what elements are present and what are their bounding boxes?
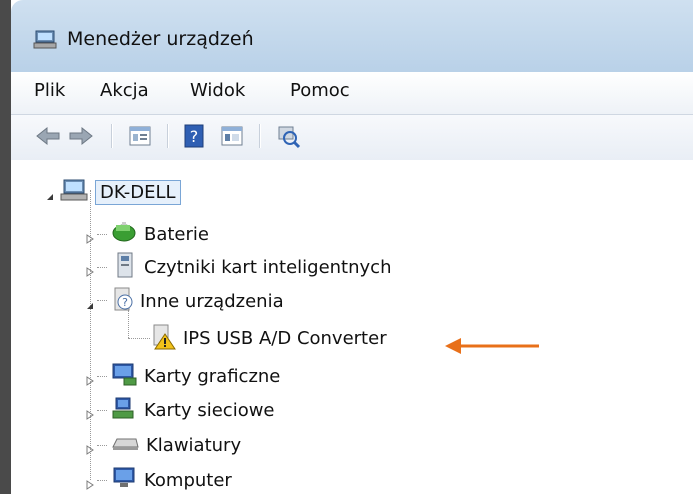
tree-item-baterie[interactable]: Baterie [110,219,209,249]
toolbar-separator [259,124,260,148]
tree-item-label: Klawiatury [146,434,242,456]
menu-pomoc[interactable]: Pomoc [290,80,350,101]
tree-item-ips-usb-converter[interactable]: IPS USB A/D Converter [149,323,387,353]
tree-item-inne-urzadzenia[interactable]: ? Inne urządzenia [110,286,284,316]
network-adapter-icon [110,395,138,425]
scan-hardware-icon[interactable] [273,121,303,151]
toolbar [11,115,693,161]
window-title: Menedżer urządzeń [67,28,254,50]
display-adapter-icon [110,361,138,391]
tree-root-dk-dell[interactable]: DK-DELL [59,177,181,207]
svg-text:?: ? [190,127,199,146]
battery-icon [110,219,138,249]
tree-connector [128,338,150,339]
tree-connector [97,376,107,377]
tree-connector [97,300,107,301]
collapse-arrow-icon[interactable] [85,296,95,309]
annotation-arrow-icon [443,336,553,360]
view-icon[interactable] [217,121,247,151]
expand-arrow-icon[interactable] [85,440,95,455]
menu-plik[interactable]: Plik [34,80,65,101]
toolbar-separator [111,124,112,148]
computer-icon [110,465,138,494]
forward-arrow-icon[interactable] [66,121,96,151]
expand-arrow-icon[interactable] [85,475,95,490]
back-arrow-icon[interactable] [33,121,63,151]
device-manager-window: Menedżer urządzeń Plik Akcja Widok Pomoc… [11,0,693,494]
warning-device-icon [149,322,177,354]
tree-item-label: Czytniki kart inteligentnych [144,256,392,278]
tree-connector [97,410,107,411]
title-bar: Menedżer urządzeń [11,0,693,72]
toolbar-separator [167,124,168,148]
device-manager-screenshot: Menedżer urządzeń Plik Akcja Widok Pomoc… [0,0,693,494]
tree-item-label: Inne urządzenia [140,290,284,312]
expand-arrow-icon[interactable] [85,229,95,244]
keyboard-icon [110,433,140,457]
tree-item-komputer[interactable]: Komputer [110,465,232,494]
tree-item-label: Karty graficzne [144,365,281,387]
expand-arrow-icon[interactable] [85,405,95,420]
menu-widok[interactable]: Widok [190,80,245,101]
tree-item-czytniki-kart[interactable]: Czytniki kart inteligentnych [110,252,391,282]
menu-akcja[interactable]: Akcja [100,80,149,101]
device-tree: DK-DELL Baterie Czytniki kart inteligent… [11,160,693,494]
properties-icon[interactable] [125,121,155,151]
help-icon[interactable]: ? [179,121,209,151]
tree-item-label: Karty sieciowe [144,399,275,421]
device-manager-app-icon [33,28,57,54]
expand-arrow-icon[interactable] [85,262,95,277]
tree-item-label: Komputer [144,469,232,491]
background-strip [0,0,11,494]
tree-item-klawiatury[interactable]: Klawiatury [110,430,241,460]
unknown-device-icon: ? [110,285,136,317]
tree-connector [97,267,107,268]
tree-connector [97,234,107,235]
svg-text:?: ? [122,296,128,309]
tree-root-label: DK-DELL [95,179,181,205]
expand-arrow-icon[interactable] [85,371,95,386]
tree-item-karty-sieciowe[interactable]: Karty sieciowe [110,395,275,425]
tree-connector [97,480,107,481]
computer-root-icon [59,177,89,207]
tree-connector [97,445,107,446]
tree-item-karty-graficzne[interactable]: Karty graficzne [110,361,280,391]
smartcard-reader-icon [110,251,138,283]
collapse-arrow-icon[interactable] [45,187,55,200]
tree-item-label: IPS USB A/D Converter [183,327,387,349]
tree-item-label: Baterie [144,223,209,245]
